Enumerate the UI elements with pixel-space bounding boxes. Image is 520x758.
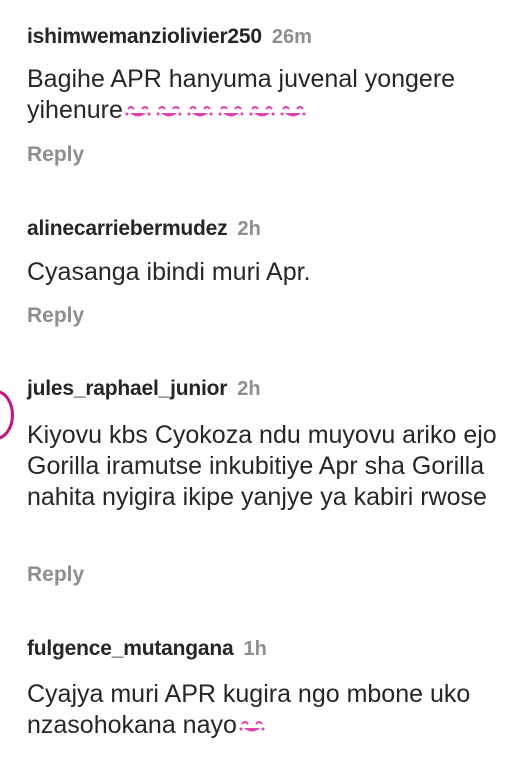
comment-username[interactable]: fulgence_mutangana: [27, 637, 234, 661]
comment-text-content: Cyasanga ibindi muri Apr.: [27, 258, 311, 286]
comment-text: Cyajya muri APR kugira ngo mbone uko nza…: [27, 679, 487, 741]
laughing-face-icon: [187, 106, 213, 117]
laughing-face-icon: [249, 106, 275, 117]
laughing-face-icon: [218, 106, 244, 117]
comment-username[interactable]: alinecarriebermudez: [27, 217, 228, 241]
reply-button[interactable]: Reply: [27, 143, 84, 167]
comment-timestamp: 1h: [243, 638, 267, 660]
emoji-group: [238, 710, 269, 741]
comment-header: fulgence_mutangana 1h: [27, 637, 267, 661]
reply-button[interactable]: Reply: [27, 304, 84, 328]
comment-text: Bagihe APR hanyuma juvenal yongere yihen…: [27, 64, 507, 126]
comment-header: jules_raphael_junior 2h: [27, 377, 261, 401]
laughing-face-icon: [239, 721, 265, 732]
comment-timestamp: 26m: [271, 26, 312, 48]
comment-header: ishimwemanziolivier250 26m: [27, 25, 312, 49]
emoji-group: [124, 95, 310, 126]
comment-header: alinecarriebermudez 2h: [27, 217, 261, 241]
laughing-face-icon: [280, 106, 306, 117]
comment-timestamp: 2h: [237, 218, 261, 240]
comment-text: Cyasanga ibindi muri Apr.: [27, 257, 515, 288]
comment-text-content: Kiyovu kbs Cyokoza ndu muyovu ariko ejo …: [27, 421, 497, 511]
avatar-story-ring[interactable]: [0, 390, 14, 440]
comment-username[interactable]: ishimwemanziolivier250: [27, 25, 262, 49]
reply-button[interactable]: Reply: [27, 563, 84, 587]
comment-timestamp: 2h: [237, 378, 261, 400]
comment-username[interactable]: jules_raphael_junior: [27, 377, 227, 401]
comment-text: Kiyovu kbs Cyokoza ndu muyovu ariko ejo …: [27, 420, 513, 513]
laughing-face-icon: [156, 106, 182, 117]
laughing-face-icon: [125, 106, 151, 117]
